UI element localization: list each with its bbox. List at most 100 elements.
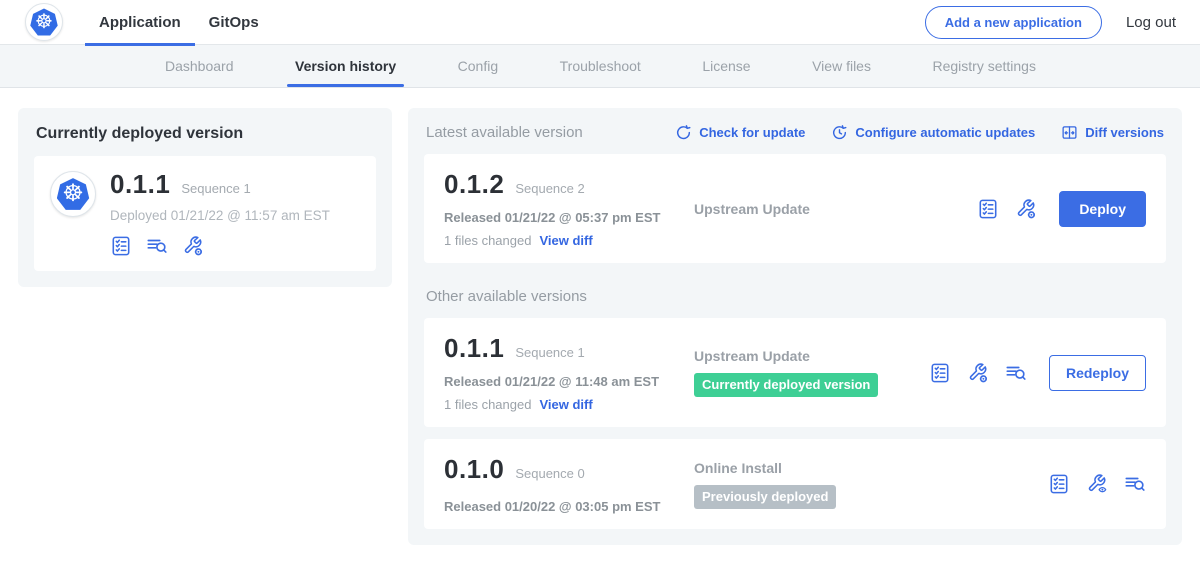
edit-config-icon[interactable] xyxy=(1015,198,1037,220)
tab-view-files-label: View files xyxy=(812,58,871,74)
deployed-sequence-label: Sequence 1 xyxy=(181,181,250,196)
version-number: 0.1.1 xyxy=(444,333,504,364)
version-source: Upstream Update Currently deployed versi… xyxy=(694,348,929,397)
tab-gitops[interactable]: GitOps xyxy=(195,0,273,45)
tab-version-history-label: Version history xyxy=(295,58,396,74)
kubernetes-heptagon: ☸ xyxy=(30,8,58,36)
tab-dashboard-label: Dashboard xyxy=(165,58,234,74)
redeploy-button[interactable]: Redeploy xyxy=(1049,355,1146,391)
files-changed-line: 1 files changed View diff xyxy=(444,233,694,248)
kubernetes-logo: ☸ xyxy=(25,3,63,41)
version-actions: Redeploy xyxy=(929,355,1146,391)
tab-registry-settings[interactable]: Registry settings xyxy=(930,45,1037,87)
tab-license[interactable]: License xyxy=(700,45,752,87)
view-diff-link[interactable]: View diff xyxy=(539,233,592,248)
deploy-logs-icon[interactable] xyxy=(1005,362,1027,384)
version-row-0-1-0: 0.1.0 Sequence 0 Released 01/20/22 @ 03:… xyxy=(424,439,1166,529)
preflight-checks-icon[interactable] xyxy=(929,362,951,384)
version-line: 0.1.1 Sequence 1 xyxy=(444,333,694,364)
refresh-icon xyxy=(675,124,692,141)
kubernetes-wheel-icon: ☸ xyxy=(62,182,84,206)
app-logo: ☸ xyxy=(50,171,96,217)
files-changed-line: 1 files changed View diff xyxy=(444,397,694,412)
app-nav: Application GitOps xyxy=(85,0,273,45)
version-history-panel: Latest available version Check for updat… xyxy=(408,108,1182,545)
sequence-label: Sequence 1 xyxy=(515,345,584,360)
tab-config[interactable]: Config xyxy=(456,45,500,87)
version-number: 0.1.2 xyxy=(444,169,504,200)
currently-deployed-badge: Currently deployed version xyxy=(694,373,878,397)
currently-deployed-card: ☸ 0.1.1 Sequence 1 Deployed 01/21/22 @ 1… xyxy=(34,156,376,271)
header-actions: Check for update Configure automatic upd… xyxy=(675,124,1164,141)
tab-troubleshoot[interactable]: Troubleshoot xyxy=(558,45,643,87)
other-versions-title: Other available versions xyxy=(426,288,1164,305)
source-label: Online Install xyxy=(694,460,1048,476)
tab-application[interactable]: Application xyxy=(85,0,195,45)
deploy-logs-icon[interactable] xyxy=(146,235,168,257)
version-line: 0.1.0 Sequence 0 xyxy=(444,454,694,485)
app-subnav: Dashboard Version history Config Trouble… xyxy=(0,45,1200,88)
preflight-checks-icon[interactable] xyxy=(977,198,999,220)
add-application-button[interactable]: Add a new application xyxy=(925,6,1102,39)
version-actions xyxy=(1048,473,1146,495)
deploy-button[interactable]: Deploy xyxy=(1059,191,1146,227)
top-header: ☸ Application GitOps Add a new applicati… xyxy=(0,0,1200,45)
deployed-timestamp: Deployed 01/21/22 @ 11:57 am EST xyxy=(110,208,330,223)
released-timestamp: Released 01/21/22 @ 11:48 am EST xyxy=(444,374,694,389)
currently-deployed-panel: Currently deployed version ☸ 0.1.1 Seque… xyxy=(18,108,392,287)
main-content: Currently deployed version ☸ 0.1.1 Seque… xyxy=(0,88,1200,565)
preflight-checks-icon[interactable] xyxy=(110,235,132,257)
view-diff-link[interactable]: View diff xyxy=(539,397,592,412)
source-label: Upstream Update xyxy=(694,201,977,217)
tab-troubleshoot-label: Troubleshoot xyxy=(560,58,641,74)
version-info: 0.1.0 Sequence 0 Released 01/20/22 @ 03:… xyxy=(444,454,694,514)
tab-config-label: Config xyxy=(458,58,498,74)
auto-update-icon xyxy=(831,124,848,141)
version-source: Online Install Previously deployed xyxy=(694,460,1048,509)
deployed-version-info: 0.1.1 Sequence 1 Deployed 01/21/22 @ 11:… xyxy=(110,169,330,257)
configure-automatic-updates-link[interactable]: Configure automatic updates xyxy=(831,124,1035,141)
tab-dashboard[interactable]: Dashboard xyxy=(163,45,236,87)
sequence-label: Sequence 0 xyxy=(515,466,584,481)
released-timestamp: Released 01/21/22 @ 05:37 pm EST xyxy=(444,210,694,225)
tab-registry-settings-label: Registry settings xyxy=(932,58,1035,74)
version-line: 0.1.1 Sequence 1 xyxy=(110,169,330,200)
view-config-icon[interactable] xyxy=(1086,473,1108,495)
released-timestamp: Released 01/20/22 @ 03:05 pm EST xyxy=(444,499,694,514)
edit-config-icon[interactable] xyxy=(967,362,989,384)
tab-view-files[interactable]: View files xyxy=(810,45,873,87)
latest-version-header: Latest available version Check for updat… xyxy=(426,124,1164,141)
version-number: 0.1.0 xyxy=(444,454,504,485)
version-source: Upstream Update xyxy=(694,201,977,217)
deployed-icon-row xyxy=(110,235,330,257)
logout-link[interactable]: Log out xyxy=(1126,14,1176,31)
source-label: Upstream Update xyxy=(694,348,929,364)
currently-deployed-title: Currently deployed version xyxy=(36,125,374,143)
preflight-checks-icon[interactable] xyxy=(1048,473,1070,495)
version-row-0-1-1: 0.1.1 Sequence 1 Released 01/21/22 @ 11:… xyxy=(424,318,1166,427)
row-gap xyxy=(424,427,1166,439)
deploy-logs-icon[interactable] xyxy=(1124,473,1146,495)
configure-automatic-updates-label: Configure automatic updates xyxy=(855,125,1035,140)
version-line: 0.1.2 Sequence 2 xyxy=(444,169,694,200)
version-row-0-1-2: 0.1.2 Sequence 2 Released 01/21/22 @ 05:… xyxy=(424,154,1166,263)
sequence-label: Sequence 2 xyxy=(515,181,584,196)
version-info: 0.1.1 Sequence 1 Released 01/21/22 @ 11:… xyxy=(444,333,694,412)
files-changed-count: 1 files changed xyxy=(444,397,531,412)
deployed-version-number: 0.1.1 xyxy=(110,169,170,200)
diff-versions-link[interactable]: Diff versions xyxy=(1061,124,1164,141)
kubernetes-wheel-icon: ☸ xyxy=(35,12,53,32)
tab-license-label: License xyxy=(702,58,750,74)
diff-versions-label: Diff versions xyxy=(1085,125,1164,140)
tab-application-label: Application xyxy=(99,14,181,31)
edit-config-icon[interactable] xyxy=(182,235,204,257)
previously-deployed-badge: Previously deployed xyxy=(694,485,836,509)
files-changed-count: 1 files changed xyxy=(444,233,531,248)
diff-icon xyxy=(1061,124,1078,141)
version-info: 0.1.2 Sequence 2 Released 01/21/22 @ 05:… xyxy=(444,169,694,248)
kubernetes-heptagon: ☸ xyxy=(57,178,90,211)
version-actions: Deploy xyxy=(977,191,1146,227)
tab-gitops-label: GitOps xyxy=(209,14,259,31)
tab-version-history[interactable]: Version history xyxy=(293,45,398,87)
check-for-update-link[interactable]: Check for update xyxy=(675,124,805,141)
